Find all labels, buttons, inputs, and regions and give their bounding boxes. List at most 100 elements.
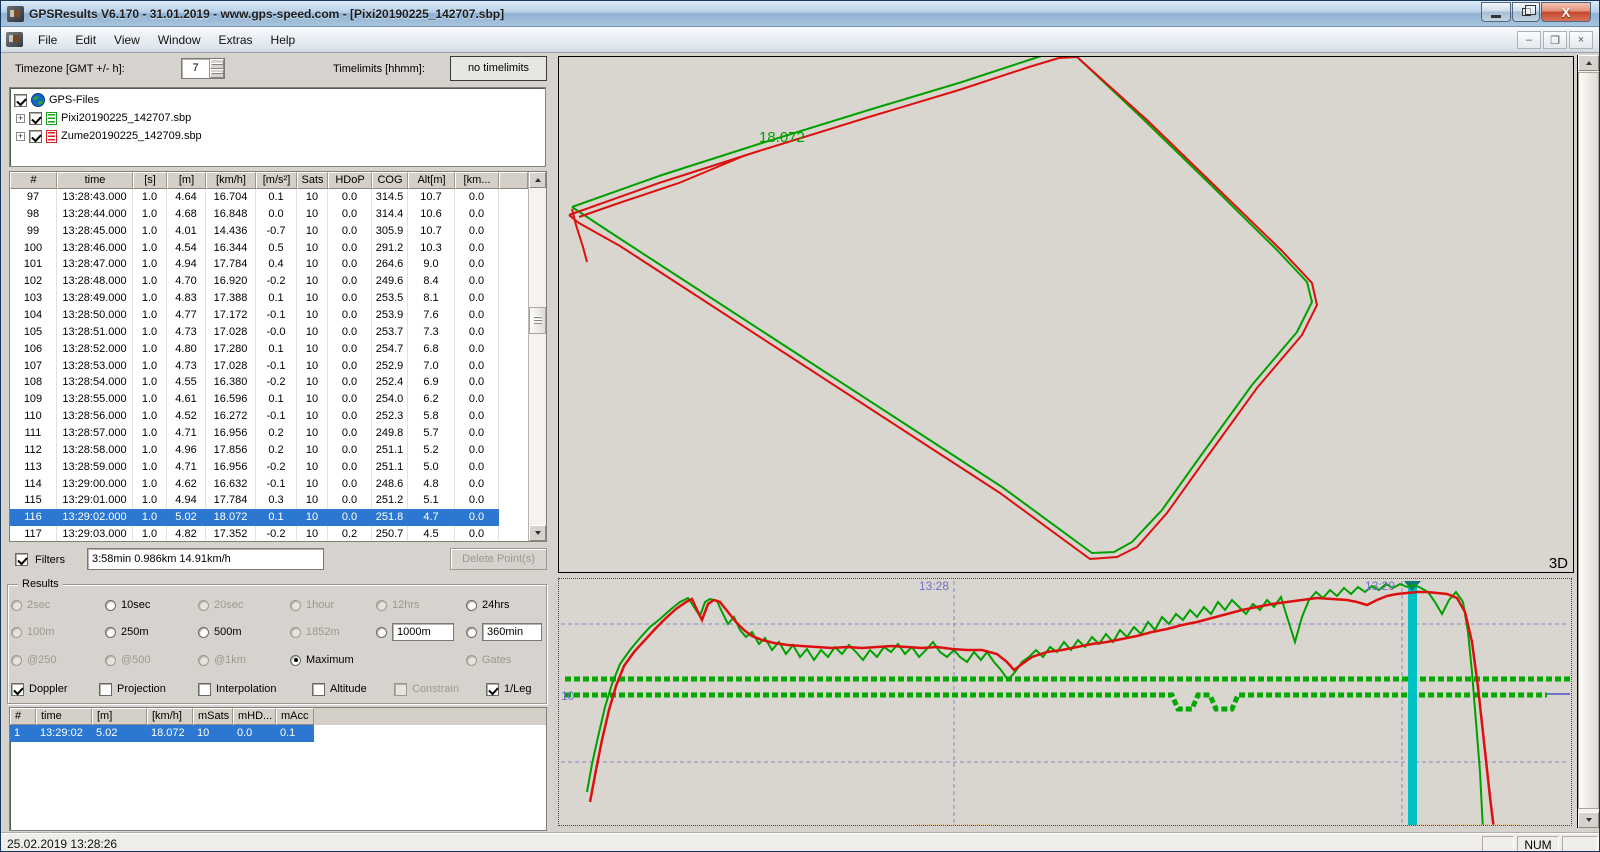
menu-file[interactable]: File — [29, 29, 66, 51]
radio-1hour[interactable]: 1hour — [290, 599, 376, 611]
tree-file-row[interactable]: +Pixi20190225_142707.sbp — [15, 109, 545, 127]
table-row[interactable]: 11613:29:02.0001.05.0218.0720.1100.0251.… — [10, 509, 528, 526]
gps-files-checkbox[interactable] — [14, 94, 27, 107]
radio-value-input[interactable]: 360min — [482, 623, 542, 641]
results-column-header[interactable]: mSats — [193, 708, 233, 725]
table-row[interactable]: 11413:29:00.0001.04.6216.632-0.1100.0248… — [10, 476, 528, 493]
radio-button[interactable] — [198, 600, 209, 611]
delete-points-button[interactable]: Delete Point(s) — [450, 548, 547, 570]
results-column-header[interactable]: [km/h] — [147, 708, 193, 725]
checkbox-constrain[interactable]: Constrain — [394, 683, 486, 696]
checkbox[interactable] — [198, 683, 211, 696]
radio-button[interactable] — [466, 600, 477, 611]
radio-360min[interactable]: 360min — [466, 623, 542, 641]
radio-button[interactable] — [105, 627, 116, 638]
table-row[interactable]: 10813:28:54.0001.04.5516.380-0.2100.0252… — [10, 374, 528, 391]
column-header[interactable]: time — [57, 172, 133, 189]
timelimits-button[interactable]: no timelimits — [450, 56, 547, 81]
filters-checkbox[interactable] — [15, 553, 28, 566]
table-header-row[interactable]: #time[s][m][km/h][m/s²]SatsHDoPCOGAlt[m]… — [10, 172, 528, 189]
radio-button[interactable] — [376, 627, 387, 638]
table-row[interactable]: 11113:28:57.0001.04.7116.9560.2100.0249.… — [10, 425, 528, 442]
radio-10sec[interactable]: 10sec — [105, 599, 198, 611]
checkbox-1leg[interactable]: 1/Leg — [486, 683, 532, 696]
tree-expand-icon[interactable]: + — [16, 114, 25, 123]
table-row[interactable]: 11013:28:56.0001.04.5216.272-0.1100.0252… — [10, 408, 528, 425]
timezone-spinner[interactable]: 7 — [181, 58, 225, 79]
radio-maximum[interactable]: Maximum — [290, 654, 376, 666]
radio-button[interactable] — [376, 600, 387, 611]
minimize-button[interactable] — [1481, 2, 1511, 22]
menu-extras[interactable]: Extras — [210, 29, 262, 51]
checkbox[interactable] — [312, 683, 325, 696]
table-row[interactable]: 9813:28:44.0001.04.6816.8480.0100.0314.4… — [10, 206, 528, 223]
map-scroll-up-button[interactable] — [1578, 55, 1599, 71]
table-row[interactable]: 10713:28:53.0001.04.7317.028-0.1100.0252… — [10, 358, 528, 375]
table-row[interactable]: 10213:28:48.0001.04.7016.920-0.2100.0249… — [10, 273, 528, 290]
table-row[interactable]: 10513:28:51.0001.04.7317.028-0.0100.0253… — [10, 324, 528, 341]
spinner-down-button[interactable] — [210, 69, 224, 79]
radio-button[interactable] — [11, 627, 22, 638]
radio-button[interactable] — [11, 655, 22, 666]
radio-value-input[interactable]: 1000m — [392, 623, 454, 641]
results-column-header[interactable]: time — [36, 708, 92, 725]
column-header[interactable]: [m] — [167, 172, 206, 189]
column-header[interactable]: [km/h] — [206, 172, 256, 189]
radio-button[interactable] — [198, 655, 209, 666]
results-column-header[interactable]: mAcc — [276, 708, 314, 725]
radio-500m[interactable]: 500m — [198, 626, 290, 638]
column-header[interactable]: # — [10, 172, 57, 189]
radio-250[interactable]: @250 — [11, 654, 105, 666]
table-row[interactable]: 11713:29:03.0001.04.8217.352-0.2100.2250… — [10, 526, 528, 541]
tree-expand-icon[interactable]: + — [16, 132, 25, 141]
radio-100m[interactable]: 100m — [11, 626, 105, 638]
checkbox-altitude[interactable]: Altitude — [312, 683, 394, 696]
scrollbar-thumb[interactable] — [529, 307, 546, 334]
radio-24hrs[interactable]: 24hrs — [466, 599, 542, 611]
radio-button[interactable] — [290, 627, 301, 638]
radio-500[interactable]: @500 — [105, 654, 198, 666]
checkbox-projection[interactable]: Projection — [99, 683, 198, 696]
table-scrollbar[interactable] — [528, 172, 546, 541]
radio-button[interactable] — [105, 600, 116, 611]
radio-button[interactable] — [290, 655, 301, 666]
menu-edit[interactable]: Edit — [66, 29, 105, 51]
scroll-down-button[interactable] — [529, 525, 546, 541]
tree-file-checkbox[interactable] — [29, 130, 42, 143]
document-icon[interactable] — [6, 32, 23, 47]
menu-window[interactable]: Window — [149, 29, 210, 51]
restore-button[interactable] — [1512, 2, 1540, 22]
table-row[interactable]: 10113:28:47.0001.04.9417.7840.4100.0264.… — [10, 256, 528, 273]
map-scroll-down-button[interactable] — [1578, 812, 1599, 828]
menu-help[interactable]: Help — [262, 29, 305, 51]
table-row[interactable]: 10013:28:46.0001.04.5416.3440.5100.0291.… — [10, 240, 528, 257]
spinner-up-button[interactable] — [210, 59, 224, 69]
map-3d-label[interactable]: 3D — [1549, 555, 1568, 572]
table-row[interactable]: 10413:28:50.0001.04.7717.172-0.1100.0253… — [10, 307, 528, 324]
radio-button[interactable] — [11, 600, 22, 611]
checkbox[interactable] — [486, 683, 499, 696]
table-row[interactable]: 10613:28:52.0001.04.8017.2800.1100.0254.… — [10, 341, 528, 358]
radio-1km[interactable]: @1km — [198, 654, 290, 666]
map-scrollbar[interactable] — [1577, 55, 1599, 828]
speed-graph[interactable]: 13:28 13:29 10 — [558, 578, 1572, 826]
column-header[interactable]: Sats — [297, 172, 328, 189]
results-column-header[interactable]: # — [10, 708, 36, 725]
column-header[interactable]: HDoP — [328, 172, 372, 189]
radio-20sec[interactable]: 20sec — [198, 599, 290, 611]
checkbox-doppler[interactable]: Doppler — [11, 683, 99, 696]
checkbox[interactable] — [99, 683, 112, 696]
radio-button[interactable] — [105, 655, 116, 666]
tree-file-row[interactable]: +Zume20190225_142709.sbp — [15, 127, 545, 145]
menu-view[interactable]: View — [105, 29, 149, 51]
checkbox[interactable] — [394, 683, 407, 696]
table-row[interactable]: 9913:28:45.0001.04.0114.436-0.7100.0305.… — [10, 223, 528, 240]
table-row[interactable]: 10913:28:55.0001.04.6116.5960.1100.0254.… — [10, 391, 528, 408]
radio-button[interactable] — [466, 655, 477, 666]
results-table-row[interactable]: 113:29:025.0218.072100.00.1 — [10, 725, 546, 742]
radio-2sec[interactable]: 2sec — [11, 599, 105, 611]
tree-root[interactable]: GPS-Files — [14, 91, 545, 109]
table-row[interactable]: 11313:28:59.0001.04.7116.956-0.2100.0251… — [10, 459, 528, 476]
radio-button[interactable] — [198, 627, 209, 638]
column-header[interactable]: Alt[m] — [408, 172, 455, 189]
